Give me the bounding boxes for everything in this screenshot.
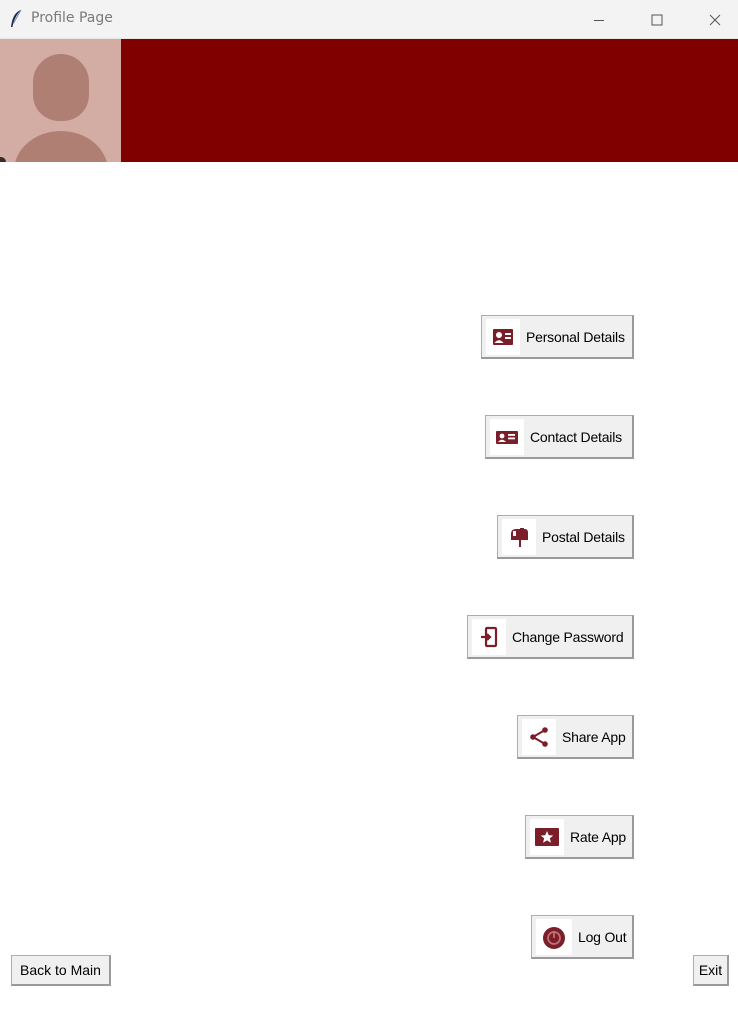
personal-details-button[interactable]: Personal Details	[481, 315, 634, 359]
close-icon	[709, 14, 721, 25]
login-door-icon	[472, 618, 506, 655]
change-password-label: Change Password	[512, 628, 624, 645]
contact-details-label: Contact Details	[530, 428, 622, 445]
id-card-icon	[486, 318, 520, 355]
avatar-body	[14, 131, 108, 162]
avatar-corner-mark	[0, 157, 6, 162]
maximize-button[interactable]	[634, 0, 680, 39]
change-password-button[interactable]: Change Password	[467, 615, 634, 659]
contact-details-button[interactable]: Contact Details	[485, 415, 634, 459]
maximize-icon	[651, 14, 663, 25]
mailbox-icon	[502, 518, 536, 555]
close-window-button[interactable]	[692, 0, 738, 39]
minimize-button[interactable]	[576, 0, 622, 39]
log-out-button[interactable]: Log Out	[531, 915, 634, 959]
share-app-label: Share App	[562, 728, 626, 745]
personal-details-label: Personal Details	[526, 328, 625, 345]
rate-app-label: Rate App	[570, 828, 626, 845]
window-titlebar: Profile Page	[0, 0, 738, 39]
rate-app-button[interactable]: Rate App	[525, 815, 634, 859]
power-icon	[536, 918, 572, 955]
log-out-label: Log Out	[578, 928, 627, 945]
avatar-head	[33, 54, 89, 121]
feather-icon	[9, 9, 23, 29]
exit-button[interactable]: Exit	[693, 955, 729, 986]
share-icon	[522, 718, 556, 755]
contact-card-icon	[490, 418, 524, 455]
postal-details-label: Postal Details	[542, 528, 625, 545]
window-title: Profile Page	[31, 10, 113, 26]
postal-details-button[interactable]: Postal Details	[497, 515, 634, 559]
avatar	[0, 39, 121, 162]
minimize-icon	[594, 19, 604, 21]
back-to-main-button[interactable]: Back to Main	[11, 955, 111, 986]
share-app-button[interactable]: Share App	[517, 715, 634, 759]
star-badge-icon	[530, 818, 564, 855]
